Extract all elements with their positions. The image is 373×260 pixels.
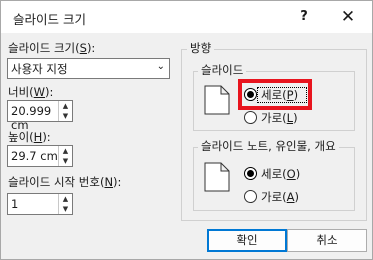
portrait-page-icon	[204, 85, 230, 115]
notes-portrait-radio[interactable]	[244, 167, 257, 180]
slide-size-value: 사용자 지정	[11, 62, 68, 76]
slide-size-label-text: 슬라이드 크기(	[8, 41, 80, 55]
help-button[interactable]: ?	[291, 5, 317, 29]
highlight-annotation-box	[238, 79, 312, 110]
spin-down-icon[interactable]: ▼	[59, 156, 72, 166]
width-spin-buttons[interactable]: ▲ ▼	[58, 101, 72, 121]
height-spinner[interactable]: 29.7 cm ▲ ▼	[7, 145, 73, 167]
notes-portrait-end: )	[295, 167, 301, 181]
slides-landscape-text: 가로(	[261, 111, 287, 125]
orientation-group-title: 방향	[187, 40, 215, 56]
numbering-value[interactable]: 1	[11, 197, 18, 211]
height-label-end: ):	[42, 130, 51, 144]
notes-landscape-end: )	[294, 190, 300, 204]
spin-down-icon[interactable]: ▼	[59, 111, 72, 121]
height-value[interactable]: 29.7 cm	[11, 149, 58, 163]
notes-portrait-key: O	[286, 167, 296, 181]
spin-down-icon[interactable]: ▼	[59, 204, 72, 214]
notes-landscape-text: 가로(	[261, 190, 287, 204]
close-button[interactable]: ✕	[335, 5, 361, 29]
width-label-end: ):	[45, 85, 54, 99]
slides-group-title: 슬라이드	[198, 62, 247, 78]
width-label: 너비(W):	[8, 84, 53, 100]
numbering-spin-buttons[interactable]: ▲ ▼	[58, 194, 72, 214]
notes-portrait-label[interactable]: 세로(O)	[261, 166, 300, 182]
slide-size-dialog: 슬라이드 크기 ? ✕ 슬라이드 크기(S): 사용자 지정 ⌄ 너비(W): …	[0, 0, 373, 260]
width-spinner[interactable]: 20.999 cm ▲ ▼	[7, 100, 73, 132]
slide-size-label-end: ):	[86, 41, 96, 55]
numbering-label-text: 슬라이드 시작 번호(	[8, 175, 105, 189]
numbering-label: 슬라이드 시작 번호(N):	[8, 174, 121, 190]
cancel-button[interactable]: 취소	[287, 229, 367, 252]
notes-landscape-key: A	[286, 190, 295, 204]
slides-landscape-end: )	[293, 111, 298, 125]
width-label-text: 너비(	[8, 85, 34, 99]
notes-portrait-text: 세로(	[261, 167, 287, 181]
title-bar: 슬라이드 크기 ? ✕	[1, 1, 372, 33]
spin-up-icon[interactable]: ▲	[59, 101, 72, 111]
slide-size-label-key: S	[79, 41, 87, 55]
slides-landscape-radio[interactable]	[244, 111, 257, 124]
spin-up-icon[interactable]: ▲	[59, 146, 72, 156]
height-label-key: H	[33, 130, 43, 144]
notes-group-title: 슬라이드 노트, 유인물, 개요	[198, 138, 339, 154]
notes-landscape-radio[interactable]	[244, 190, 257, 203]
ok-button[interactable]: 확인	[207, 229, 287, 252]
height-spin-buttons[interactable]: ▲ ▼	[58, 146, 72, 166]
chevron-down-icon: ⌄	[156, 61, 165, 72]
dialog-title: 슬라이드 크기	[13, 12, 86, 27]
spin-up-icon[interactable]: ▲	[59, 194, 72, 204]
notes-landscape-label[interactable]: 가로(A)	[261, 189, 299, 205]
height-label-text: 높이(	[8, 130, 34, 144]
slide-size-select[interactable]: 사용자 지정 ⌄	[7, 58, 170, 79]
width-label-key: W	[33, 85, 46, 99]
slide-size-label: 슬라이드 크기(S):	[8, 40, 95, 56]
numbering-label-key: N	[104, 175, 114, 189]
height-label: 높이(H):	[8, 129, 51, 145]
numbering-label-end: ):	[113, 175, 122, 189]
portrait-page-icon	[204, 162, 230, 192]
slides-landscape-label[interactable]: 가로(L)	[261, 110, 298, 126]
numbering-spinner[interactable]: 1 ▲ ▼	[7, 193, 73, 215]
